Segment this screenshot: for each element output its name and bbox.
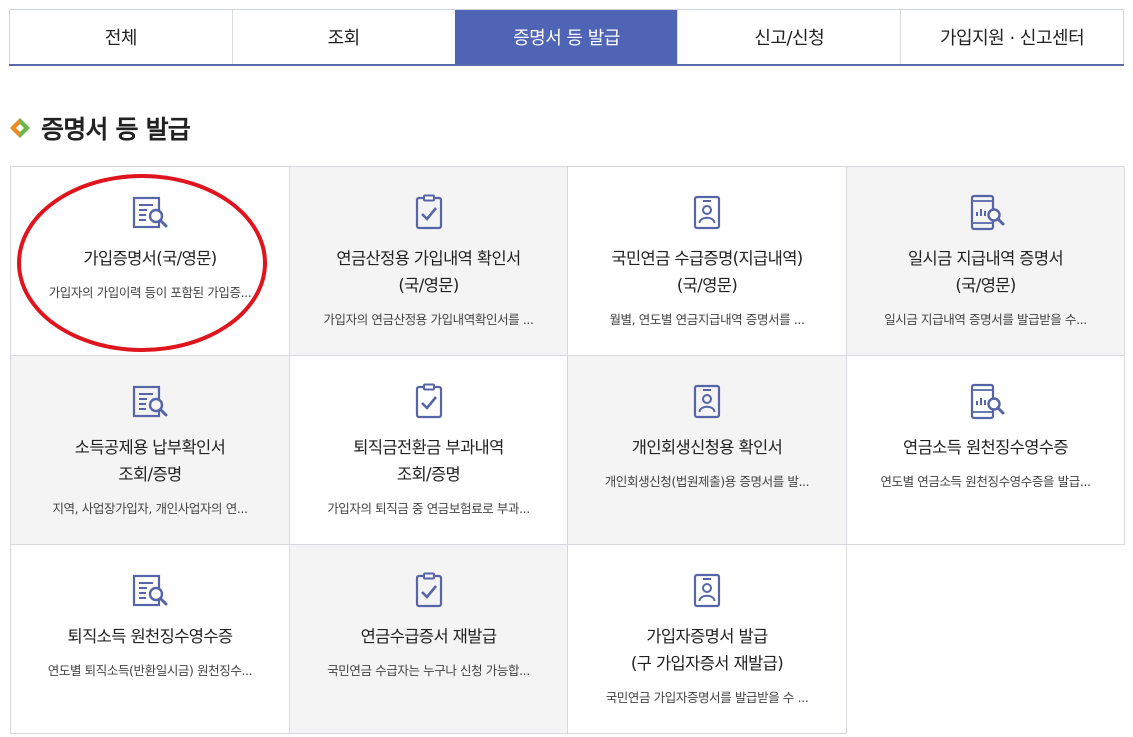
tab-inquiry[interactable]: 조회: [231, 10, 455, 64]
card-description: 개인회생신청(법원제출)용 증명서를 발...: [604, 474, 810, 489]
service-card[interactable]: 개인회생신청용 확인서 개인회생신청(법원제출)용 증명서를 발...: [568, 356, 847, 545]
tab-support-center[interactable]: 가입지원 · 신고센터: [900, 10, 1124, 64]
service-card[interactable]: 소득공제용 납부확인서 조회/증명 지역, 사업장가입자, 개인사업자의 연..…: [11, 356, 290, 545]
section-heading: 증명서 등 발급: [10, 110, 191, 146]
id-badge-icon: [693, 195, 721, 230]
card-title: 연금수급증서 재발급: [360, 627, 497, 646]
id-badge-icon: [693, 573, 721, 608]
card-title: 개인회생신청용 확인서: [631, 438, 783, 457]
document-search-icon: [132, 574, 168, 607]
card-description: 월별, 연도별 연금지급내역 증명서를 ...: [609, 312, 805, 327]
service-card[interactable]: 연금산정용 가입내역 확인서 (국/영문) 가입자의 연금산정용 가입내역확인서…: [290, 167, 568, 356]
card-title: 일시금 지급내역 증명서 (국/영문): [907, 249, 1064, 295]
card-title: 소득공제용 납부확인서 조회/증명: [74, 438, 226, 484]
card-title: 연금소득 원천징수영수증: [902, 438, 1069, 457]
card-description: 연도별 퇴직소득(반환일시금) 원천징수...: [47, 663, 253, 678]
document-search-icon: [132, 385, 168, 418]
diamond-bullet-icon: [10, 118, 30, 138]
document-search-icon: [132, 196, 168, 229]
tab-certificates[interactable]: 증명서 등 발급: [454, 10, 678, 64]
card-description: 국민연금 가입자증명서를 발급받을 수 ...: [605, 690, 809, 705]
service-card[interactable]: 가입증명서(국/영문) 가입자의 가입이력 등이 포함된 가입증...: [11, 167, 290, 356]
empty-cell: [847, 545, 1125, 734]
card-description: 연도별 연금소득 원천징수영수증을 발급...: [880, 474, 1091, 489]
card-title: 퇴직소득 원천징수영수증: [67, 627, 233, 646]
card-description: 가입자의 연금산정용 가입내역확인서를 ...: [323, 312, 534, 327]
service-card[interactable]: 연금소득 원천징수영수증 연도별 연금소득 원천징수영수증을 발급...: [847, 356, 1125, 545]
card-description: 일시금 지급내역 증명서를 발급받을 수...: [884, 312, 1087, 327]
tab-all[interactable]: 전체: [9, 10, 232, 64]
service-card[interactable]: 퇴직소득 원천징수영수증 연도별 퇴직소득(반환일시금) 원천징수...: [11, 545, 290, 734]
service-card[interactable]: 연금수급증서 재발급 국민연금 수급자는 누구나 신청 가능합...: [290, 545, 568, 734]
card-description: 국민연금 수급자는 누구나 신청 가능합...: [327, 663, 530, 678]
card-title: 연금산정용 가입내역 확인서 (국/영문): [336, 249, 521, 295]
mobile-chart-search-icon: [970, 194, 1004, 231]
service-card[interactable]: 가입자증명서 발급 (구 가입자증서 재발급) 국민연금 가입자증명서를 발급받…: [568, 545, 847, 734]
card-description: 가입자의 퇴직금 중 연금보험료로 부과...: [327, 501, 530, 516]
service-card[interactable]: 국민연금 수급증명(지급내역) (국/영문) 월별, 연도별 연금지급내역 증명…: [568, 167, 847, 356]
clipboard-check-icon: [415, 194, 442, 230]
clipboard-check-icon: [415, 383, 442, 419]
mobile-chart-search-icon: [970, 383, 1004, 420]
clipboard-check-icon: [415, 572, 442, 608]
tab-report-apply[interactable]: 신고/신청: [677, 10, 900, 64]
service-card[interactable]: 퇴직금전환금 부과내역 조회/증명 가입자의 퇴직금 중 연금보험료로 부과..…: [290, 356, 568, 545]
card-description: 가입자의 가입이력 등이 포함된 가입증...: [48, 285, 252, 300]
card-title: 국민연금 수급증명(지급내역) (국/영문): [611, 249, 803, 295]
page-title: 증명서 등 발급: [41, 115, 191, 144]
card-title: 가입자증명서 발급 (구 가입자증서 재발급): [630, 627, 784, 673]
card-description: 지역, 사업장가입자, 개인사업자의 연...: [52, 501, 248, 516]
id-badge-icon: [693, 384, 721, 419]
service-card[interactable]: 일시금 지급내역 증명서 (국/영문) 일시금 지급내역 증명서를 발급받을 수…: [847, 167, 1125, 356]
service-grid: 가입증명서(국/영문) 가입자의 가입이력 등이 포함된 가입증... 연금산정…: [10, 166, 1125, 734]
card-title: 가입증명서(국/영문): [83, 249, 217, 268]
card-title: 퇴직금전환금 부과내역 조회/증명: [353, 438, 504, 484]
category-tabs: 전체 조회 증명서 등 발급 신고/신청 가입지원 · 신고센터: [9, 9, 1124, 66]
